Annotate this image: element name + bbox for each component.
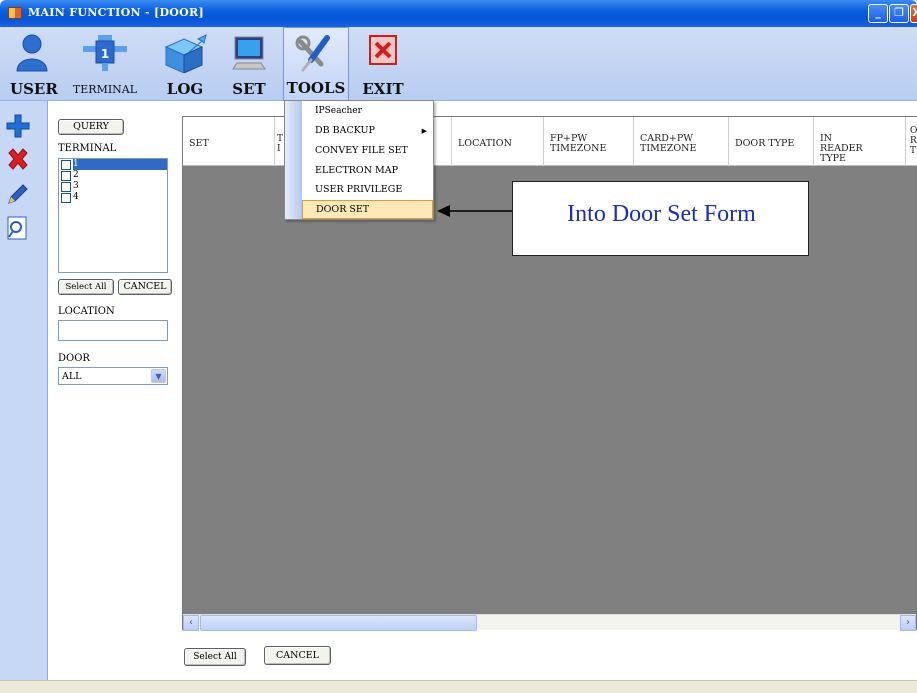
- menu-item-db-backup[interactable]: DB BACKUP ▶: [302, 121, 433, 141]
- checkbox[interactable]: [61, 182, 71, 192]
- door-select-value: ALL: [62, 371, 82, 382]
- checkbox[interactable]: [61, 160, 71, 170]
- menu-item-user-privilege[interactable]: USER PRIVILEGE: [302, 180, 433, 200]
- tools-menu: IPSeacher DB BACKUP ▶ CONVEY FILE SET ELE…: [284, 100, 434, 220]
- toolbar-terminal-button[interactable]: 1 TERMINAL: [60, 27, 150, 101]
- terminal-icon: 1: [83, 35, 127, 71]
- list-item[interactable]: 4: [59, 192, 167, 203]
- bottom-cancel-button[interactable]: CANCEL: [264, 646, 331, 665]
- svg-text:1: 1: [101, 47, 109, 61]
- toolbar-tools-label: TOOLS: [286, 79, 346, 97]
- toolbar-tools-button[interactable]: TOOLS: [283, 27, 349, 101]
- monitor-icon: [232, 36, 266, 70]
- checkbox[interactable]: [61, 193, 71, 203]
- user-icon: [16, 34, 48, 72]
- menu-item-ipseacher[interactable]: IPSeacher: [302, 101, 433, 121]
- callout-box: Into Door Set Form: [512, 181, 809, 256]
- bottom-select-all-button[interactable]: Select All: [184, 648, 246, 666]
- column-header[interactable]: DOOR TYPE: [728, 117, 813, 166]
- search-icon[interactable]: [5, 215, 31, 241]
- app-icon: [8, 7, 22, 19]
- toolbar-terminal-label: TERMINAL: [72, 83, 138, 96]
- list-item[interactable]: 2: [59, 170, 167, 181]
- minimize-button[interactable]: _: [868, 4, 888, 23]
- location-input[interactable]: [58, 320, 168, 341]
- terminal-label: TERMINAL: [58, 143, 117, 154]
- door-label: DOOR: [58, 353, 90, 364]
- list-item[interactable]: 1: [59, 159, 167, 170]
- select-all-button[interactable]: Select All: [58, 279, 114, 295]
- delete-icon[interactable]: [5, 147, 31, 173]
- list-item[interactable]: 3: [59, 181, 167, 192]
- column-header[interactable]: LOCATION: [451, 117, 543, 166]
- column-header[interactable]: CARD+PW TIMEZONE: [633, 117, 728, 166]
- maximize-button[interactable]: ❐: [889, 4, 909, 23]
- column-header[interactable]: O R T: [905, 117, 917, 166]
- scroll-thumb[interactable]: [200, 615, 477, 631]
- location-label: LOCATION: [58, 306, 115, 317]
- checkbox[interactable]: [61, 171, 71, 181]
- scroll-left-icon[interactable]: ‹: [183, 615, 199, 631]
- menu-gutter: [285, 101, 302, 219]
- side-action-strip: [0, 101, 48, 680]
- title-bar: MAIN FUNCTION - [DOOR] _ ❐ X: [0, 0, 917, 27]
- callout-arrow: [437, 205, 513, 217]
- door-select[interactable]: ALL ▼: [58, 367, 168, 385]
- menu-item-door-set[interactable]: DOOR SET: [302, 200, 433, 219]
- close-button[interactable]: X: [910, 4, 917, 23]
- column-header[interactable]: SET: [183, 117, 274, 166]
- log-icon: [164, 34, 207, 73]
- status-bar: [0, 680, 917, 693]
- toolbar-set-label: SET: [232, 80, 266, 98]
- menu-item-electron-map[interactable]: ELECTRON MAP: [302, 161, 433, 181]
- main-toolbar: USER 1 TERMINAL LOG SET TOOLS EXIT: [0, 27, 917, 101]
- horizontal-scrollbar[interactable]: ‹ ›: [183, 614, 916, 631]
- tools-icon: [295, 35, 330, 72]
- menu-item-convey-file-set[interactable]: CONVEY FILE SET: [302, 141, 433, 161]
- toolbar-log-label: LOG: [166, 80, 204, 98]
- chevron-right-icon: ▶: [421, 127, 427, 135]
- window-title: MAIN FUNCTION - [DOOR]: [28, 6, 204, 19]
- toolbar-set-button[interactable]: SET: [222, 27, 276, 101]
- cancel-button[interactable]: CANCEL: [118, 279, 172, 295]
- column-header[interactable]: FP+PW TIMEZONE: [543, 117, 633, 166]
- toolbar-exit-button[interactable]: EXIT: [356, 27, 410, 101]
- scroll-right-icon[interactable]: ›: [900, 615, 916, 631]
- exit-icon: [369, 35, 397, 65]
- terminal-list[interactable]: 1 2 3 4: [58, 158, 168, 273]
- toolbar-exit-label: EXIT: [362, 80, 404, 98]
- toolbar-user-label: USER: [10, 80, 58, 98]
- chevron-down-icon[interactable]: ▼: [151, 369, 166, 383]
- edit-icon[interactable]: [5, 181, 31, 207]
- query-button[interactable]: QUERY: [58, 119, 124, 135]
- toolbar-log-button[interactable]: LOG: [160, 27, 210, 101]
- filter-panel: QUERY TERMINAL 1 2 3 4 Select All CANCEL…: [48, 101, 178, 680]
- callout-text: Into Door Set Form: [567, 201, 756, 227]
- add-icon[interactable]: [5, 113, 31, 139]
- toolbar-user-button[interactable]: USER: [10, 27, 58, 101]
- column-header[interactable]: IN READER TYPE: [813, 117, 905, 166]
